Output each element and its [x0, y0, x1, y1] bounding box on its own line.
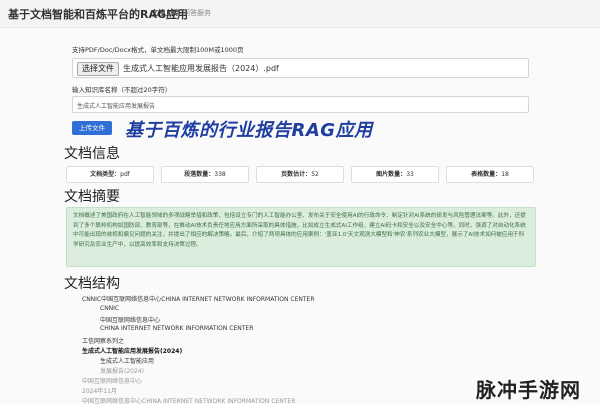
- structure-item: 生成式人工智能应用: [100, 358, 155, 365]
- nav-tab-upload[interactable]: 文档上传: [151, 8, 179, 18]
- stat-value: pdf: [120, 171, 130, 178]
- navbar: 基于文档智能和百炼平台的RAG应用 文档上传 问答服务: [0, 0, 600, 28]
- structure-item: 2024年11月: [82, 388, 117, 395]
- stat-value: 52: [311, 171, 319, 178]
- file-input[interactable]: 选择文件 生成式人工智能应用发展报告（2024）.pdf: [72, 58, 529, 78]
- watermark-logo: 脉冲手游网: [476, 378, 581, 402]
- structure-item: 工信网察系列之: [82, 338, 125, 345]
- stat-paragraphs: 段落数量：338: [161, 166, 249, 183]
- structure-item: CNNIC: [100, 305, 120, 312]
- structure-item: 发展报告(2024): [100, 368, 144, 375]
- choose-file-button[interactable]: 选择文件: [77, 62, 119, 76]
- doc-info-heading: 文档信息: [64, 146, 120, 162]
- stat-label: 页数估计：: [281, 171, 312, 178]
- stat-value: 33: [406, 171, 414, 178]
- doc-summary-text: 文档概述了美国政府在人工智能领域的多项战略举措和政策，包括设立专门的人工智能办公…: [66, 207, 536, 267]
- structure-item: 中国互联网络信息中心CHINA INTERNET NETWORK INFORMA…: [82, 398, 296, 404]
- structure-item: 中国互联网络信息中心: [82, 378, 143, 385]
- upload-button[interactable]: 上传文件: [72, 121, 112, 135]
- banner-title: 基于百炼的行业报告RAG应用: [125, 120, 373, 141]
- stat-label: 文档类型：: [90, 171, 121, 178]
- stat-label: 图片数量：: [376, 171, 407, 178]
- stat-pages: 页数估计：52: [256, 166, 344, 183]
- structure-item: CHINA INTERNET NETWORK INFORMATION CENTE…: [100, 325, 254, 332]
- structure-item: 生成式人工智能应用发展报告(2024): [82, 348, 183, 355]
- structure-item: CNNIC中国互联网络信息中心CHINA INTERNET NETWORK IN…: [82, 296, 315, 303]
- doc-structure-heading: 文档结构: [64, 276, 120, 292]
- stat-images: 图片数量：33: [351, 166, 439, 183]
- stat-doc-type: 文档类型：pdf: [66, 166, 154, 183]
- stat-value: 18: [501, 171, 509, 178]
- stat-label: 表格数量：: [471, 171, 502, 178]
- stat-value: 338: [214, 171, 226, 178]
- selected-file-name: 生成式人工智能应用发展报告（2024）.pdf: [123, 64, 279, 73]
- structure-item: 中国互联网络信息中心: [100, 317, 161, 324]
- stat-tables: 表格数量：18: [446, 166, 534, 183]
- kb-name-label: 输入知识库名称（不超过20字符）: [72, 86, 172, 94]
- nav-tab-qa[interactable]: 问答服务: [183, 8, 211, 18]
- doc-summary-heading: 文档摘要: [64, 189, 120, 205]
- stat-label: 段落数量：: [184, 171, 215, 178]
- upload-hint: 支持PDF/Doc/Docx格式，单文档最大限制100M或1000页: [72, 46, 244, 54]
- kb-name-input[interactable]: 生成式人工智能应用发展报告: [72, 96, 529, 113]
